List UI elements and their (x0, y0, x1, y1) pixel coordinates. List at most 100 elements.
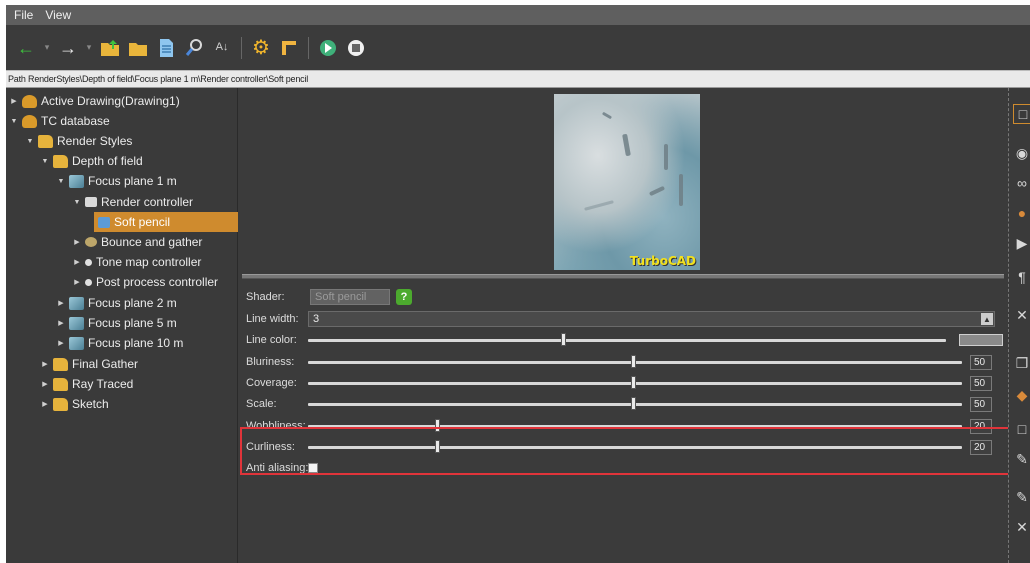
back-arrow-icon[interactable]: ← (14, 36, 38, 60)
collapsed-arrow-icon[interactable]: ▶ (57, 299, 65, 307)
drawing-icon (22, 94, 37, 108)
document-icon[interactable] (154, 36, 178, 60)
tree-item-label: Sketch (72, 397, 109, 411)
open-folder-icon[interactable] (98, 36, 122, 60)
database-icon (22, 114, 37, 128)
collapsed-arrow-icon[interactable]: ▶ (41, 360, 49, 368)
copy-icon[interactable]: ❐ (1013, 354, 1030, 372)
tree-item-focus-plane-5m[interactable]: ▶ Focus plane 5 m (57, 313, 176, 333)
sort-icon[interactable]: A↓ (210, 36, 234, 60)
collapsed-arrow-icon[interactable]: ▶ (73, 258, 81, 266)
tree-item-final-gather[interactable]: ▶ Final Gather (41, 354, 138, 374)
tree-item-render-styles[interactable]: ▼ Render Styles (26, 131, 133, 151)
line-color-label: Line color: (246, 334, 297, 346)
collapsed-arrow-icon[interactable]: ▶ (41, 380, 49, 388)
expanded-arrow-icon[interactable]: ▼ (73, 199, 81, 206)
tree-item-label: Active Drawing(Drawing1) (41, 94, 180, 108)
forward-dropdown-icon[interactable]: ▾ (84, 36, 94, 60)
material-icon[interactable]: ● (1013, 204, 1030, 222)
expanded-arrow-icon[interactable]: ▼ (10, 118, 18, 125)
line-color-slider-thumb[interactable] (561, 333, 566, 346)
tree-item-soft-pencil[interactable]: Soft pencil (94, 212, 238, 232)
collapsed-arrow-icon[interactable]: ▶ (41, 400, 49, 408)
line-color-swatch[interactable] (959, 334, 1003, 346)
frame-icon[interactable] (277, 36, 301, 60)
curliness-value[interactable]: 20 (970, 440, 992, 455)
tree-item-focus-plane-1m[interactable]: ▼ Focus plane 1 m (57, 171, 177, 191)
tree-item-sketch[interactable]: ▶ Sketch (41, 394, 109, 414)
link-icon[interactable]: ∞ (1013, 174, 1030, 192)
scale-slider-thumb[interactable] (631, 397, 636, 410)
sketch-stroke (648, 185, 666, 197)
line-color-row: Line color: (246, 330, 1006, 350)
panel-icon[interactable]: □ (1013, 420, 1030, 438)
bluriness-value[interactable]: 50 (970, 355, 992, 370)
tree-item-tc-database[interactable]: ▼ TC database (10, 111, 110, 131)
forward-arrow-icon[interactable]: → (56, 36, 80, 60)
expanded-arrow-icon[interactable]: ▼ (41, 158, 49, 165)
anti-aliasing-checkbox[interactable] (308, 463, 318, 473)
line-width-input[interactable]: 3 ▲ (308, 311, 995, 327)
gear-icon[interactable]: ⚙ (249, 36, 273, 60)
play-icon[interactable]: ▶ (1013, 234, 1030, 252)
target-icon[interactable]: ◉ (1013, 144, 1030, 162)
collapsed-arrow-icon[interactable]: ▶ (57, 319, 65, 327)
bluriness-row: Bluriness: 50 (246, 352, 1006, 372)
tree-item-focus-plane-10m[interactable]: ▶ Focus plane 10 m (57, 333, 183, 353)
tree-item-tone-map-controller[interactable]: ▶ Tone map controller (73, 252, 201, 272)
collapsed-arrow-icon[interactable]: ▶ (73, 278, 81, 286)
wobbliness-slider-track[interactable] (308, 425, 962, 428)
collapsed-arrow-icon[interactable]: ▶ (57, 339, 65, 347)
wobbliness-value[interactable]: 20 (970, 419, 992, 434)
anti-aliasing-label: Anti aliasing: (246, 462, 309, 474)
wobbliness-slider-thumb[interactable] (435, 419, 440, 432)
coverage-slider-thumb[interactable] (631, 376, 636, 389)
anti-aliasing-row: Anti aliasing: (246, 458, 446, 478)
menu-file[interactable]: File (14, 8, 33, 22)
tree-item-ray-traced[interactable]: ▶ Ray Traced (41, 374, 133, 394)
render-style-icon (69, 336, 84, 350)
tree-item-label: Focus plane 2 m (88, 296, 177, 310)
spinner-icon[interactable]: ▲ (981, 313, 993, 325)
edit-icon[interactable]: ✎ (1013, 450, 1030, 468)
collapsed-arrow-icon[interactable]: ▶ (73, 238, 81, 246)
paint-icon[interactable]: ◆ (1013, 386, 1030, 404)
expanded-arrow-icon[interactable]: ▼ (57, 178, 65, 185)
tree-item-post-process-controller[interactable]: ▶ Post process controller (73, 272, 218, 292)
controller-dot-icon (85, 258, 92, 266)
edit-icon[interactable]: ✎ (1013, 488, 1030, 506)
tree-item-label: Depth of field (72, 154, 143, 168)
tree-item-focus-plane-2m[interactable]: ▶ Focus plane 2 m (57, 293, 177, 313)
sketch-stroke (584, 200, 614, 211)
panel-splitter[interactable] (242, 274, 1004, 279)
tree-item-depth-of-field[interactable]: ▼ Depth of field (41, 151, 143, 171)
close-icon[interactable]: ✕ (1013, 306, 1030, 324)
folder-icon[interactable] (126, 36, 150, 60)
play-icon[interactable] (316, 36, 340, 60)
tree-item-bounce-and-gather[interactable]: ▶ Bounce and gather (73, 232, 202, 252)
help-button[interactable]: ? (396, 289, 412, 305)
line-color-slider-track[interactable] (308, 339, 946, 342)
close-icon[interactable]: ✕ (1013, 518, 1030, 536)
bluriness-slider-thumb[interactable] (631, 355, 636, 368)
tree-panel: ▶ Active Drawing(Drawing1) ▼ TC database… (6, 88, 238, 563)
scale-value[interactable]: 50 (970, 397, 992, 412)
shader-label: Shader: (246, 291, 285, 303)
back-dropdown-icon[interactable]: ▾ (42, 36, 52, 60)
tag-icon[interactable]: ¶ (1013, 268, 1030, 286)
tree-item-label: Bounce and gather (101, 235, 203, 249)
curliness-slider-thumb[interactable] (435, 440, 440, 453)
collapsed-arrow-icon[interactable]: ▶ (10, 97, 18, 105)
expanded-arrow-icon[interactable]: ▼ (26, 138, 34, 145)
search-icon[interactable] (182, 36, 206, 60)
menu-view[interactable]: View (45, 8, 71, 22)
curliness-slider-track[interactable] (308, 446, 962, 449)
tree-item-active-drawing[interactable]: ▶ Active Drawing(Drawing1) (10, 91, 180, 111)
coverage-value[interactable]: 50 (970, 376, 992, 391)
folder-icon (53, 377, 68, 391)
tree-item-render-controller[interactable]: ▼ Render controller (73, 192, 194, 212)
tree-item-label: Render controller (101, 195, 194, 209)
panel-icon[interactable]: □ (1013, 104, 1030, 124)
scale-label: Scale: (246, 398, 277, 410)
stop-icon[interactable] (344, 36, 368, 60)
